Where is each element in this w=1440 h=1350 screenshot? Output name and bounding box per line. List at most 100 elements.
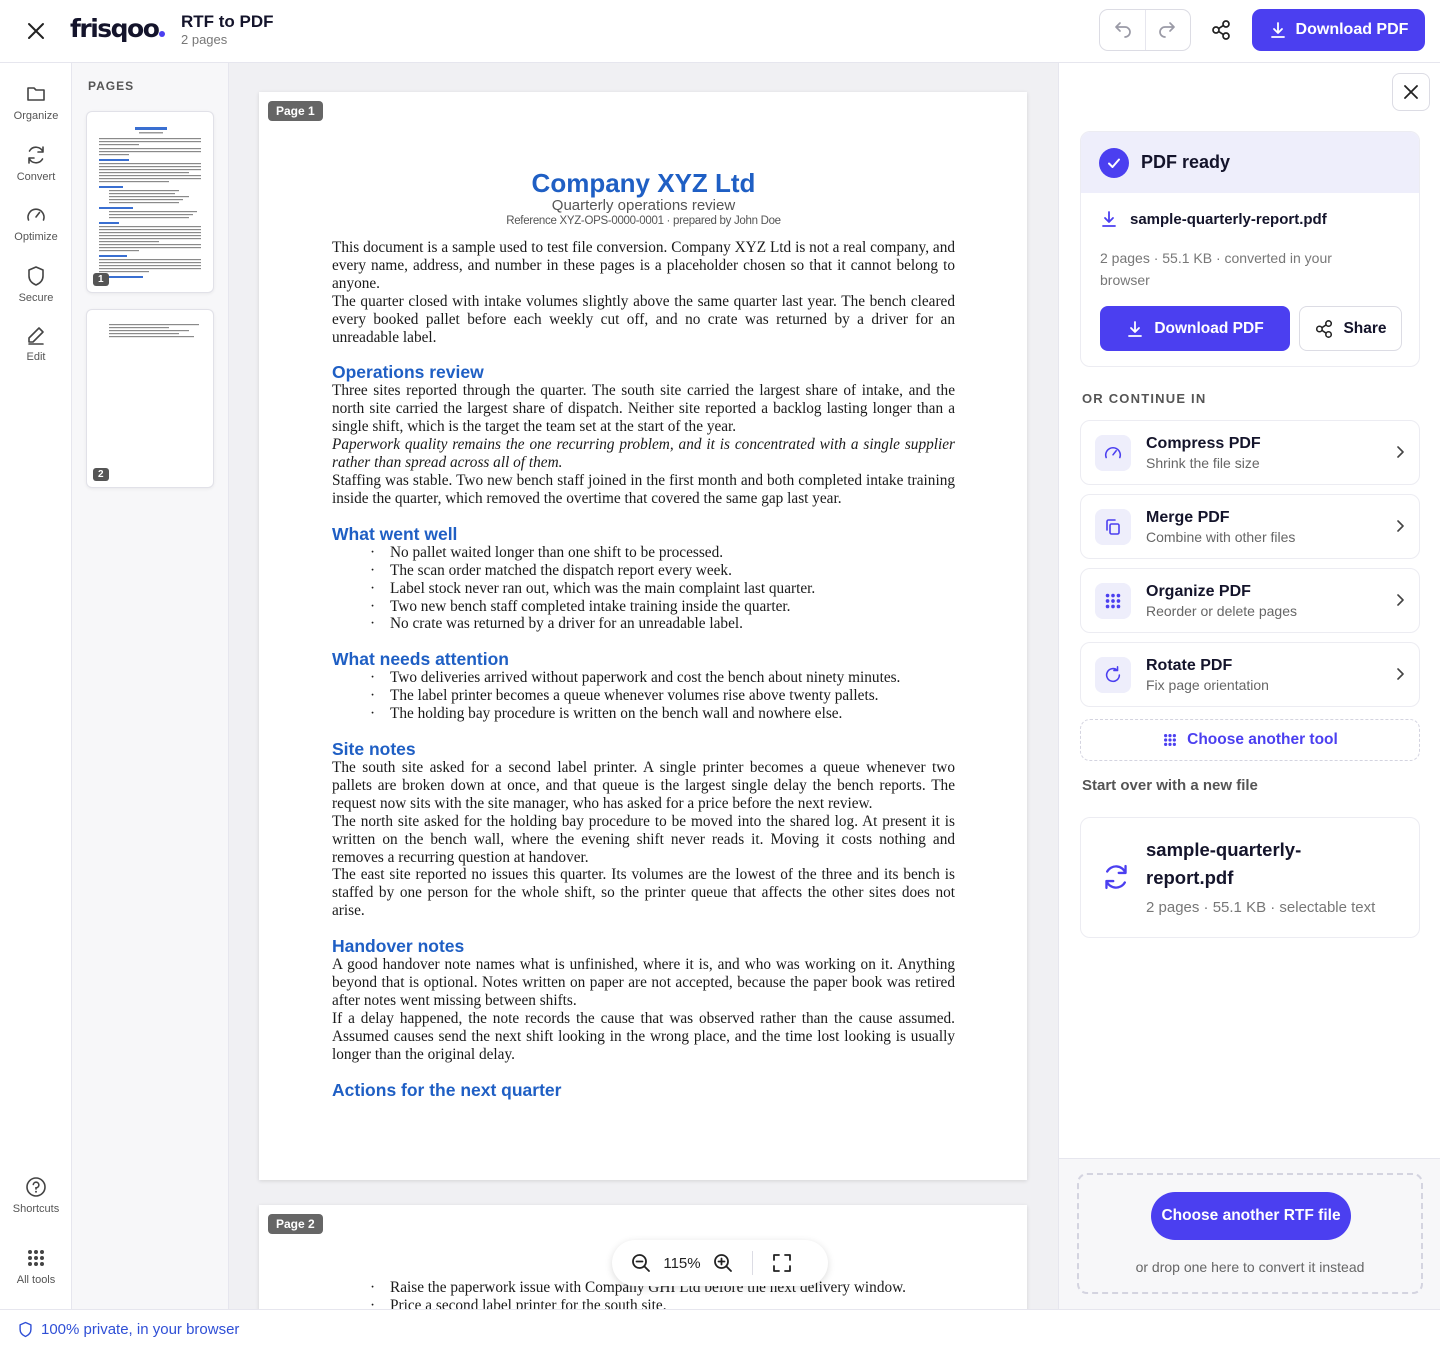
thumbnail-preview: [99, 127, 201, 278]
rail-item-shortcuts[interactable]: Shortcuts: [0, 1176, 72, 1215]
list-item: Two new bench staff completed intake tra…: [332, 598, 955, 616]
doc-paragraph: The quarter closed with intake volumes s…: [332, 292, 955, 346]
download-icon: [1102, 211, 1116, 227]
continue-heading: OR CONTINUE IN: [1082, 391, 1207, 406]
download-label: Download PDF: [1295, 21, 1409, 38]
upload-area: Choose another RTF file or drop one here…: [1059, 1158, 1440, 1309]
download-icon: [1270, 22, 1285, 38]
doc-list: No pallet waited longer than one shift t…: [332, 544, 955, 634]
doc-subtitle: Quarterly operations review: [551, 197, 736, 214]
copy-icon: [1095, 509, 1131, 545]
zoom-in-button[interactable]: [708, 1248, 738, 1278]
grid-icon: [1095, 583, 1131, 619]
doc-paragraph: Paperwork quality remains the one recurr…: [332, 436, 955, 472]
rotate-icon: [1095, 657, 1131, 693]
list-item: No crate was returned by a driver for an…: [332, 615, 955, 633]
rail-item-secure[interactable]: Secure: [0, 265, 72, 304]
doc-heading: What went well: [332, 523, 458, 544]
drop-zone[interactable]: Choose another RTF file or drop one here…: [1077, 1173, 1423, 1294]
redo-button[interactable]: [1146, 10, 1191, 50]
tool-compress-pdf[interactable]: Compress PDF Shrink the file size: [1080, 420, 1420, 485]
zoom-level: 115%: [663, 1254, 701, 1272]
rail-item-edit[interactable]: Edit: [0, 324, 72, 363]
app-logo[interactable]: frisqoo: [70, 14, 166, 43]
doc-paragraph: This document is a sample used to test f…: [332, 239, 955, 292]
tool-rotate-pdf[interactable]: Rotate PDF Fix page orientation: [1080, 642, 1420, 707]
page-tag: Page 2: [268, 1214, 323, 1234]
grid-icon: [28, 1250, 44, 1266]
undo-icon: [1115, 22, 1132, 38]
doc-paragraph: The east site reported no issues this qu…: [332, 866, 955, 920]
pencil-icon: [28, 327, 44, 345]
download-pdf-button[interactable]: Download PDF: [1100, 306, 1290, 351]
gauge-icon: [27, 208, 45, 221]
choose-tool-label: Choose another tool: [1187, 731, 1338, 748]
download-pdf-button[interactable]: Download PDF: [1252, 9, 1425, 51]
tool-merge-pdf[interactable]: Merge PDF Combine with other files: [1080, 494, 1420, 559]
restart-file-card[interactable]: sample-quarterly-report.pdf 2 pages · 55…: [1080, 817, 1420, 938]
rail-item-organize[interactable]: Organize: [0, 83, 72, 122]
tool-name: Compress PDF: [1146, 435, 1261, 452]
close-icon[interactable]: [22, 17, 50, 45]
list-item: Price a second label printer for the sou…: [332, 1297, 955, 1309]
choose-another-file-button[interactable]: Choose another RTF file: [1151, 1192, 1351, 1240]
output-file: sample-quarterly-report.pdf: [1100, 210, 1327, 228]
help-circle-icon: [26, 1177, 46, 1197]
share-icon: [1316, 319, 1333, 338]
start-over-heading: Start over with a new file: [1082, 777, 1258, 794]
drop-hint: or drop one here to convert it instead: [1135, 1259, 1365, 1275]
share-button[interactable]: Share: [1299, 306, 1402, 351]
doc-heading: Site notes: [332, 739, 416, 760]
zoom-in-icon: [714, 1254, 732, 1272]
doc-paragraph: The south site asked for a second label …: [332, 759, 955, 812]
doc-paragraph: Staffing was stable. Two new bench staff…: [332, 471, 955, 507]
page-thumbnail-2[interactable]: 2: [86, 309, 214, 488]
share-label: Share: [1343, 319, 1387, 337]
refresh-icon: [28, 146, 44, 164]
document-canvas[interactable]: Page 1 Company XYZ Ltd Quarterly operati…: [229, 63, 1058, 1309]
close-panel-button[interactable]: [1392, 73, 1430, 111]
zoom-toolbar: 115%: [612, 1240, 828, 1286]
output-file-name: sample-quarterly-report.pdf: [1130, 210, 1327, 228]
refresh-icon: [1105, 864, 1127, 890]
doc-reference: Reference XYZ-OPS-0000-0001 · prepared b…: [506, 215, 781, 227]
grid-icon: [1164, 734, 1177, 746]
doc-company: Company XYZ Ltd: [531, 168, 756, 198]
restart-file-meta: 2 pages · 55.1 KB · selectable text: [1146, 899, 1376, 916]
chevron-right-icon: [1397, 446, 1404, 458]
list-item: Label stock never ran out, which was the…: [332, 580, 955, 598]
list-item: The holding bay procedure is written on …: [332, 705, 955, 723]
tool-organize-pdf[interactable]: Organize PDF Reorder or delete pages: [1080, 568, 1420, 633]
chevron-right-icon: [1397, 520, 1404, 532]
rail-item-convert[interactable]: Convert: [0, 144, 72, 183]
rail-item-all-tools[interactable]: All tools: [0, 1247, 72, 1286]
privacy-note: 100% private, in your browser: [17, 1321, 239, 1338]
document-content: Company XYZ Ltd Quarterly operations rev…: [332, 168, 955, 1100]
zoom-out-button[interactable]: [626, 1248, 656, 1278]
undo-button[interactable]: [1100, 10, 1146, 50]
document-page-1: Page 1 Company XYZ Ltd Quarterly operati…: [259, 92, 1027, 1180]
list-item: The scan order matched the dispatch repo…: [332, 562, 955, 580]
doc-list: Two deliveries arrived without paperwork…: [332, 669, 955, 723]
download-icon: [1128, 320, 1143, 337]
doc-heading: Actions for the next quarter: [332, 1079, 562, 1100]
download-label: Download PDF: [1154, 319, 1264, 337]
page-tag: Page 1: [268, 101, 323, 121]
chevron-right-icon: [1397, 594, 1404, 606]
page-thumbnail-1[interactable]: 1: [86, 111, 214, 293]
page-count: 2 pages: [181, 32, 228, 47]
fullscreen-button[interactable]: [767, 1248, 797, 1278]
pages-heading: PAGES: [88, 79, 135, 93]
list-item: Two deliveries arrived without paperwork…: [332, 669, 955, 687]
toolbar-divider: [752, 1251, 753, 1275]
redo-icon: [1158, 22, 1175, 38]
share-button[interactable]: [1203, 12, 1239, 48]
tool-rail: Organize Convert Optimize Secure Edit Sh…: [0, 63, 72, 1309]
doc-paragraph: A good handover note names what is unfin…: [332, 956, 955, 1009]
choose-another-tool-button[interactable]: Choose another tool: [1080, 719, 1420, 761]
ready-header: PDF ready: [1081, 132, 1419, 193]
folder-icon: [27, 87, 45, 101]
zoom-out-icon: [632, 1254, 650, 1272]
rail-item-optimize[interactable]: Optimize: [0, 204, 72, 243]
top-bar: frisqoo RTF to PDF 2 pages Download PDF: [0, 0, 1440, 63]
